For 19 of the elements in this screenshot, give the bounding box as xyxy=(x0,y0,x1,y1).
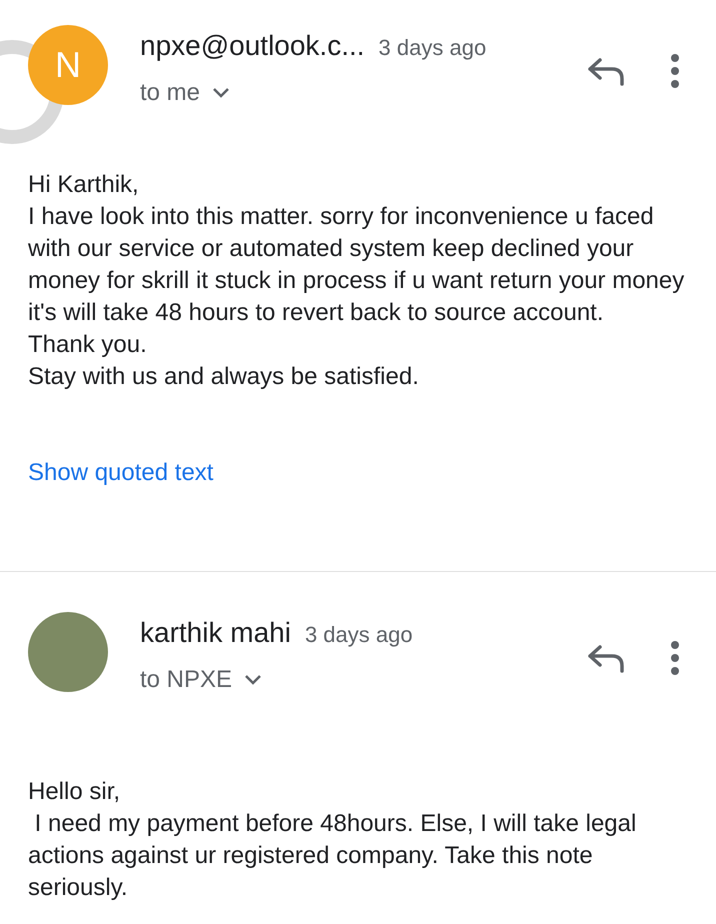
timestamp: 3 days ago xyxy=(304,621,413,649)
more-options-icon[interactable] xyxy=(670,53,680,89)
recipient-label[interactable]: to NPXE xyxy=(140,662,232,698)
caret-icon[interactable] xyxy=(244,674,262,686)
sender-name: npxe@outlook.c... xyxy=(140,29,365,63)
reply-icon[interactable] xyxy=(586,56,626,86)
timestamp: 3 days ago xyxy=(378,34,486,62)
message-text: I need my payment before 48hours. Else, I will take legal actions against ur registered company. Take this note seriously. xyxy=(28,809,638,903)
sender-name: karthik mahi xyxy=(140,616,291,650)
recipient-label[interactable]: to me xyxy=(140,75,200,111)
show-quoted-text-link[interactable]: Show quoted text xyxy=(28,459,214,486)
message-text: Hello sir, xyxy=(28,777,122,807)
caret-icon[interactable] xyxy=(212,87,230,99)
message-text: I have look into this matter. sorry for inconvenience u faced with our service or automated system keep declined your money for skrill it stuck in process if u want return your money it's will take 48 hours to revert back to source account. xyxy=(28,202,686,328)
message-text: Stay with us and always be satisfied. xyxy=(28,362,420,392)
message-text: Thank you. xyxy=(28,330,148,360)
reply-icon[interactable] xyxy=(586,643,626,673)
message-text: Hi Karthik, xyxy=(28,170,140,200)
more-options-icon[interactable] xyxy=(670,640,680,676)
